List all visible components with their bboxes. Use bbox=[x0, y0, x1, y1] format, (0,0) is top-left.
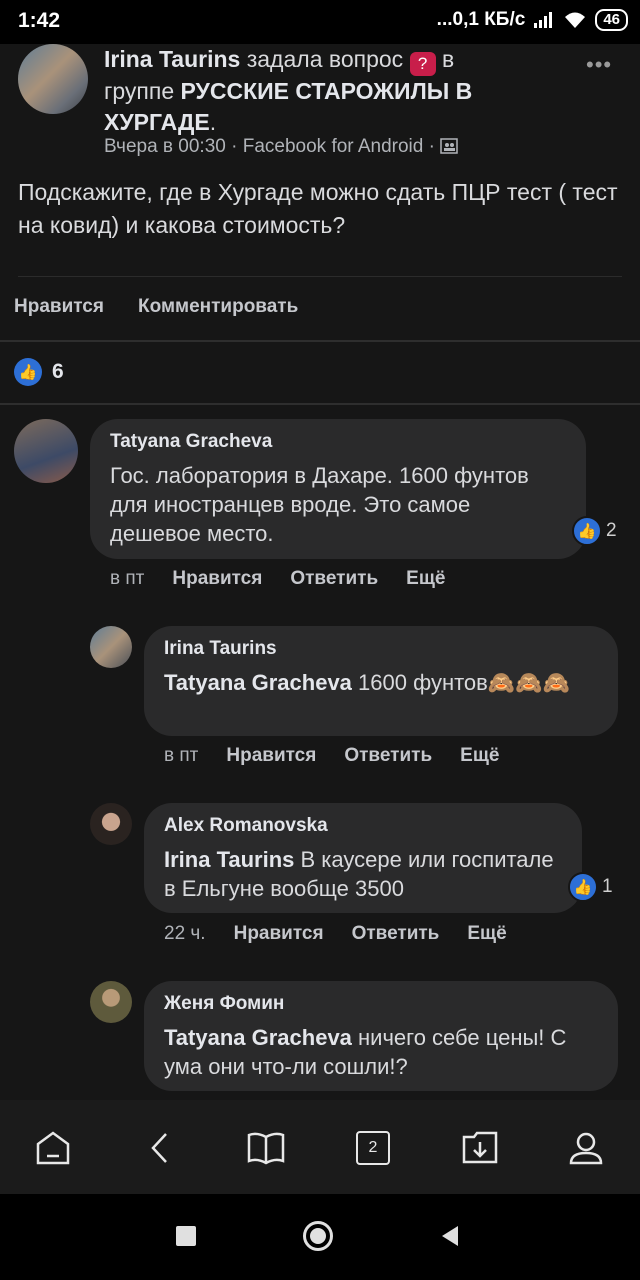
profile-icon[interactable] bbox=[566, 1128, 606, 1168]
group-audience-icon bbox=[440, 138, 458, 154]
comment-like-button[interactable]: Нравится bbox=[226, 745, 316, 767]
signal-icon bbox=[534, 12, 553, 28]
comment-reaction-count: 1 bbox=[602, 876, 613, 897]
comment-body: 1600 фунтов🙈🙈🙈 bbox=[351, 670, 571, 695]
comment-mention[interactable]: Irina Taurins bbox=[164, 847, 294, 872]
post-period: . bbox=[209, 109, 217, 135]
post-author-name[interactable]: Irina Taurins bbox=[104, 46, 240, 72]
wifi-icon bbox=[565, 12, 586, 28]
post-group-prefix: группе bbox=[104, 78, 175, 104]
comment-bubble: Женя Фомин Tatyana Gracheva ничего себе … bbox=[144, 981, 618, 1091]
post-text: Подскажите, где в Хургаде можно сдать ПЦ… bbox=[18, 179, 618, 238]
back-triangle-icon[interactable] bbox=[438, 1224, 462, 1248]
comment-author[interactable]: Tatyana Gracheva bbox=[110, 431, 566, 453]
bottom-navigation: 2 bbox=[0, 1100, 640, 1194]
avatar[interactable] bbox=[14, 419, 78, 483]
network-speed: ...0,1 КБ/с bbox=[436, 9, 526, 30]
comment-more-button[interactable]: Ещё bbox=[406, 568, 445, 590]
recents-icon[interactable] bbox=[176, 1226, 196, 1246]
back-icon[interactable] bbox=[140, 1128, 180, 1168]
tabs-count: 2 bbox=[356, 1131, 390, 1165]
system-navigation bbox=[0, 1194, 640, 1280]
comment-more-button[interactable]: Ещё bbox=[467, 923, 506, 945]
avatar[interactable] bbox=[90, 626, 132, 668]
avatar[interactable] bbox=[90, 981, 132, 1023]
comment-text: Гос. лаборатория в Дахаре. 1600 фунтов д… bbox=[110, 463, 529, 546]
post-comment-button[interactable]: Комментировать bbox=[138, 296, 298, 318]
like-reaction-icon: 👍 bbox=[572, 516, 602, 546]
comment-time[interactable]: в пт bbox=[164, 745, 198, 767]
avatar[interactable] bbox=[90, 803, 132, 845]
book-icon[interactable] bbox=[246, 1128, 286, 1168]
comment-reply-button[interactable]: Ответить bbox=[344, 745, 432, 767]
post-action-text: задала вопрос bbox=[246, 46, 404, 72]
post-meta: Вчера в 00:30 · Facebook for Android · bbox=[104, 136, 458, 158]
comment-author[interactable]: Женя Фомин bbox=[164, 993, 598, 1015]
comment-like-button[interactable]: Нравится bbox=[172, 568, 262, 590]
comment-time[interactable]: в пт bbox=[110, 568, 144, 590]
comment-bubble: Alex Romanovska Irina Taurins В каусере … bbox=[144, 803, 582, 913]
download-icon[interactable] bbox=[460, 1128, 500, 1168]
comment-mention[interactable]: Tatyana Gracheva bbox=[164, 670, 352, 695]
post-like-button[interactable]: Нравится bbox=[14, 296, 104, 318]
status-icons: ...0,1 КБ/с 46 bbox=[437, 9, 628, 31]
status-bar: 1:42 ...0,1 КБ/с 46 bbox=[0, 0, 640, 44]
comment-author[interactable]: Irina Taurins bbox=[164, 638, 598, 660]
post-author-avatar[interactable] bbox=[18, 44, 88, 114]
comment-text: Tatyana Gracheva ничего себе цены! С ума… bbox=[164, 1023, 598, 1081]
divider bbox=[0, 340, 640, 342]
comment-author[interactable]: Alex Romanovska bbox=[164, 815, 562, 837]
comment-reply-button[interactable]: Ответить bbox=[352, 923, 440, 945]
comment-bubble: Irina Taurins Tatyana Gracheva 1600 фунт… bbox=[144, 626, 618, 736]
comment-reply-button[interactable]: Ответить bbox=[290, 568, 378, 590]
tabs-button[interactable]: 2 bbox=[353, 1128, 393, 1168]
comment-actions: в пт Нравится Ответить Ещё bbox=[164, 745, 499, 767]
divider bbox=[18, 276, 622, 277]
like-reaction-icon: 👍 bbox=[568, 872, 598, 902]
home-icon[interactable] bbox=[33, 1128, 73, 1168]
home-circle-icon[interactable] bbox=[303, 1221, 333, 1251]
comment-reactions[interactable]: 👍 1 bbox=[568, 872, 613, 902]
comment-actions: в пт Нравится Ответить Ещё bbox=[110, 568, 445, 590]
post-meta-text: Вчера в 00:30 · Facebook for Android · bbox=[104, 136, 435, 157]
comment-like-button[interactable]: Нравится bbox=[234, 923, 324, 945]
comment-more-button[interactable]: Ещё bbox=[460, 745, 499, 767]
comment-reaction-count: 2 bbox=[606, 520, 617, 541]
comment-text: Irina Taurins В каусере или госпитале в … bbox=[164, 845, 562, 903]
more-options-icon[interactable]: ••• bbox=[586, 52, 612, 78]
battery-indicator: 46 bbox=[595, 9, 628, 31]
post-in-word: в bbox=[441, 46, 455, 72]
question-icon: ? bbox=[409, 52, 436, 76]
like-reaction-icon[interactable]: 👍 bbox=[14, 358, 42, 386]
status-time: 1:42 bbox=[18, 9, 61, 32]
comment-bubble: Tatyana Gracheva Гос. лаборатория в Даха… bbox=[90, 419, 586, 559]
comment-actions: 22 ч. Нравится Ответить Ещё bbox=[164, 923, 507, 945]
divider bbox=[0, 403, 640, 405]
post-header: Irina Taurins задала вопрос ? в группе Р… bbox=[104, 44, 504, 138]
comment-mention[interactable]: Tatyana Gracheva bbox=[164, 1025, 352, 1050]
reactions-count[interactable]: 6 bbox=[52, 360, 64, 384]
comment-time[interactable]: 22 ч. bbox=[164, 923, 206, 945]
comment-text: Tatyana Gracheva 1600 фунтов🙈🙈🙈 bbox=[164, 668, 598, 697]
comment-reactions[interactable]: 👍 2 bbox=[572, 516, 617, 546]
